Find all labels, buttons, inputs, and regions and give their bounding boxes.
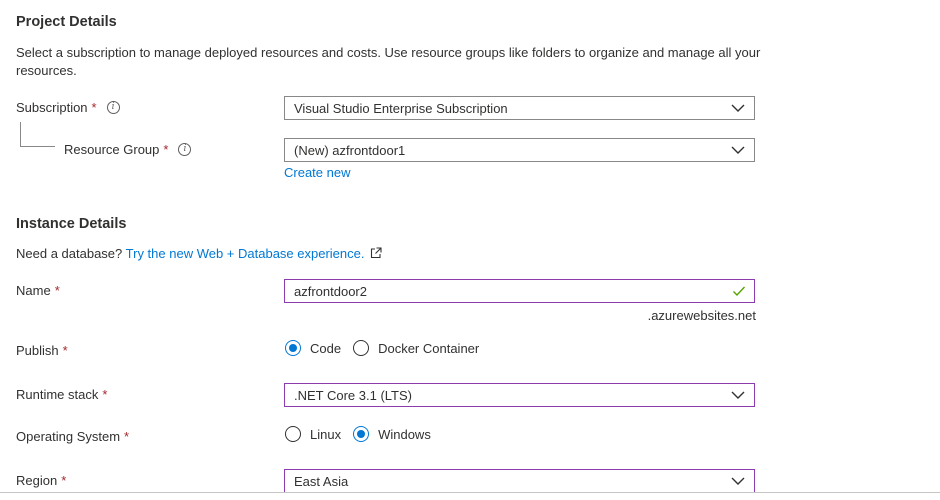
info-icon[interactable]: i <box>106 101 120 114</box>
subscription-label-text: Subscription <box>16 100 88 115</box>
tree-connector <box>20 122 55 147</box>
required-marker: * <box>54 283 60 298</box>
required-marker: * <box>62 343 68 358</box>
external-link-icon[interactable] <box>370 247 382 259</box>
publish-radio-group: Code Docker Container <box>285 340 491 356</box>
name-domain-suffix: .azurewebsites.net <box>647 308 756 323</box>
region-value: East Asia <box>294 473 349 489</box>
operating-system-label-text: Operating System <box>16 429 121 444</box>
os-option-label: Windows <box>378 426 431 442</box>
project-details-description: Select a subscription to manage deployed… <box>16 45 761 78</box>
checkmark-icon <box>733 286 746 297</box>
publish-option-code[interactable]: Code <box>285 340 341 356</box>
bottom-divider <box>0 492 940 493</box>
resource-group-value: (New) azfrontdoor1 <box>294 142 406 158</box>
os-option-linux[interactable]: Linux <box>285 426 341 442</box>
publish-option-docker[interactable]: Docker Container <box>353 340 479 356</box>
publish-option-label: Docker Container <box>378 340 480 356</box>
name-value: azfrontdoor2 <box>294 283 367 299</box>
resource-group-label: Resource Group * i <box>64 142 192 157</box>
database-prompt-text: Need a database? <box>16 246 123 261</box>
radio-unselected-icon[interactable] <box>285 426 301 442</box>
subscription-dropdown[interactable]: Visual Studio Enterprise Subscription <box>284 96 755 120</box>
create-new-link[interactable]: Create new <box>284 165 350 180</box>
runtime-stack-label: Runtime stack * <box>16 387 107 402</box>
os-radio-group: Linux Windows <box>285 426 443 442</box>
radio-selected-icon[interactable] <box>285 340 301 356</box>
chevron-down-icon <box>731 104 745 112</box>
subscription-label: Subscription * i <box>16 100 120 115</box>
os-option-windows[interactable]: Windows <box>353 426 431 442</box>
radio-selected-icon[interactable] <box>353 426 370 442</box>
region-label: Region * <box>16 473 66 488</box>
runtime-stack-value: .NET Core 3.1 (LTS) <box>294 387 412 403</box>
project-details-heading: Project Details <box>16 14 117 30</box>
os-option-label: Linux <box>310 426 342 442</box>
resource-group-dropdown[interactable]: (New) azfrontdoor1 <box>284 138 755 162</box>
chevron-down-icon <box>731 477 745 485</box>
region-dropdown[interactable]: East Asia <box>284 469 755 493</box>
runtime-stack-dropdown[interactable]: .NET Core 3.1 (LTS) <box>284 383 755 407</box>
database-prompt: Need a database? Try the new Web + Datab… <box>16 245 382 263</box>
web-database-link[interactable]: Try the new Web + Database experience. <box>126 246 365 261</box>
resource-group-label-text: Resource Group <box>64 142 160 157</box>
runtime-stack-label-text: Runtime stack <box>16 387 99 402</box>
chevron-down-icon <box>731 146 745 154</box>
region-label-text: Region <box>16 473 58 488</box>
required-marker: * <box>102 387 108 402</box>
info-icon[interactable]: i <box>178 143 192 156</box>
publish-label: Publish * <box>16 343 68 358</box>
name-label-text: Name <box>16 283 51 298</box>
radio-unselected-icon[interactable] <box>353 340 370 356</box>
name-label: Name * <box>16 283 60 298</box>
required-marker: * <box>61 473 67 488</box>
publish-label-text: Publish <box>16 343 59 358</box>
required-marker: * <box>91 100 97 115</box>
required-marker: * <box>124 429 130 444</box>
chevron-down-icon <box>731 391 745 399</box>
operating-system-label: Operating System * <box>16 429 129 444</box>
instance-details-heading: Instance Details <box>16 216 127 232</box>
subscription-value: Visual Studio Enterprise Subscription <box>294 100 508 116</box>
publish-option-label: Code <box>310 340 342 356</box>
required-marker: * <box>163 142 169 157</box>
name-input[interactable]: azfrontdoor2 <box>284 279 755 303</box>
